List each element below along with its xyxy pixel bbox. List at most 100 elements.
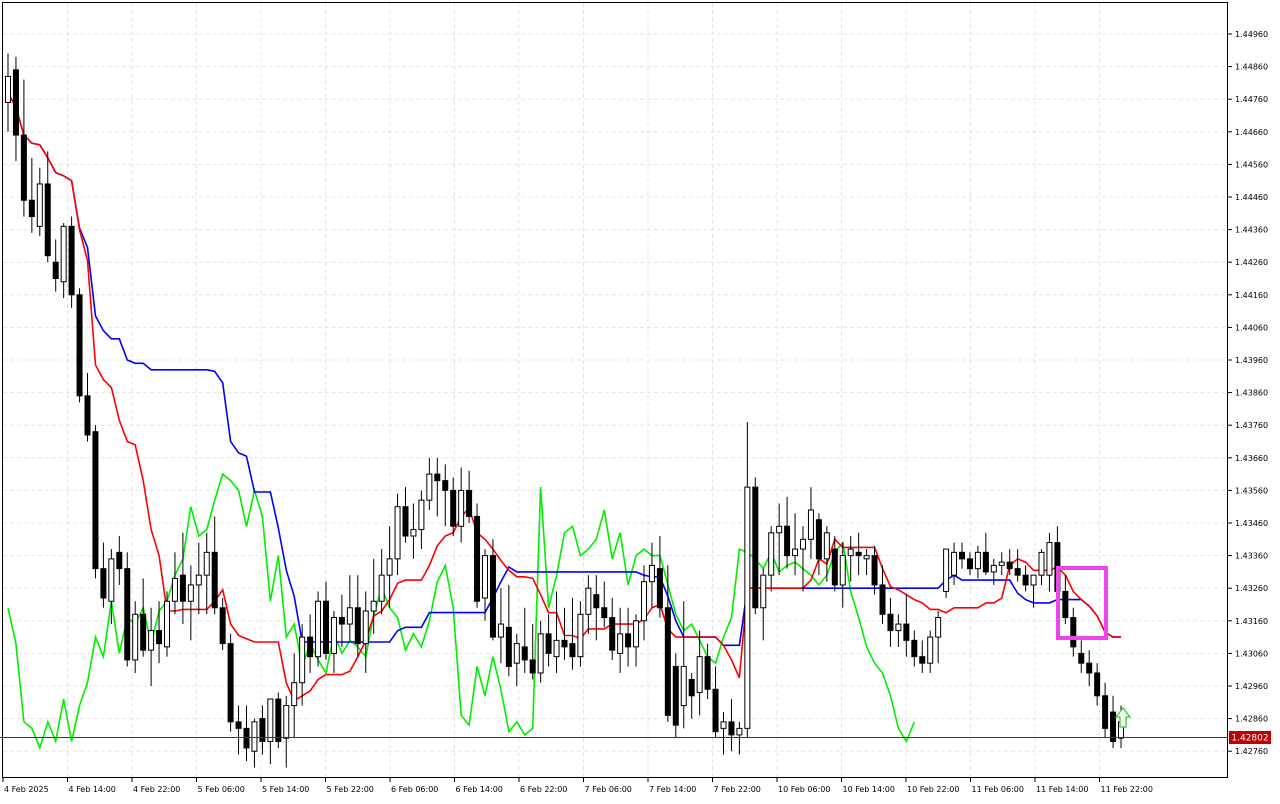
candle-bearish: [68, 225, 75, 296]
candle-bullish: [346, 607, 353, 625]
candle-bullish: [935, 617, 942, 638]
candle-bearish: [100, 568, 107, 599]
candle-bearish: [275, 698, 282, 742]
candle-bullish: [513, 643, 520, 664]
candle-bearish: [354, 607, 361, 645]
candle-bullish: [458, 489, 465, 527]
candle-bullish: [108, 558, 115, 602]
candle-bearish: [704, 656, 711, 690]
candle-bullish: [839, 555, 846, 586]
price-tick-label: 1.43860: [1235, 389, 1268, 398]
candle-bullish: [497, 623, 504, 638]
candle-bearish: [235, 721, 242, 729]
candle-bearish: [466, 489, 473, 517]
price-tick-label: 1.43760: [1235, 421, 1268, 430]
candle-bullish: [633, 620, 640, 648]
candle-bearish: [44, 183, 51, 257]
price-tick-label: 1.44060: [1235, 323, 1268, 332]
candle-bullish: [418, 499, 425, 531]
time-tick-label: 4 Feb 2025: [4, 785, 49, 794]
candle-bearish: [903, 623, 910, 641]
candle-bullish: [482, 555, 488, 599]
candle-bearish: [402, 506, 409, 537]
candle-bearish: [919, 656, 926, 664]
candle-bullish: [927, 636, 934, 664]
candle-bullish: [203, 551, 210, 576]
price-tick-label: 1.43660: [1235, 454, 1268, 463]
candle-bullish: [148, 630, 155, 651]
candle-bearish: [1006, 561, 1013, 570]
candle-bearish: [307, 636, 314, 658]
candle-bearish: [982, 551, 989, 573]
candle-bullish: [36, 183, 43, 227]
candles: [5, 53, 1124, 768]
candle-bullish: [680, 665, 687, 707]
candle-bullish: [943, 548, 950, 592]
candle-bearish: [211, 551, 218, 609]
candle-bullish: [410, 529, 417, 537]
candle-bullish: [744, 486, 751, 729]
price-tick-label: 1.44860: [1235, 63, 1268, 72]
candle-bullish: [60, 225, 67, 283]
candle-bullish: [895, 623, 902, 632]
candle-bullish: [792, 548, 799, 557]
current-price-tag: 1.42802: [1229, 731, 1271, 745]
candle-bullish: [315, 600, 322, 658]
candle-bearish: [442, 480, 449, 491]
candle-bullish: [974, 551, 981, 570]
time-tick-label: 11 Feb 14:00: [1036, 785, 1088, 794]
time-tick-label: 4 Feb 14:00: [69, 785, 116, 794]
candle-bearish: [871, 555, 878, 586]
candle-bullish: [283, 705, 290, 739]
candle-bearish: [124, 568, 131, 661]
price-tick-label: 1.42860: [1235, 715, 1268, 724]
candle-bearish: [521, 646, 528, 661]
candle-bullish: [537, 633, 544, 674]
time-tick-label: 7 Feb 06:00: [585, 785, 632, 794]
candle-bearish: [656, 568, 663, 609]
time-tick-label: 5 Feb 14:00: [262, 785, 309, 794]
candle-bearish: [688, 678, 695, 697]
candle-bullish: [5, 75, 11, 103]
candle-bullish: [132, 613, 139, 661]
time-tick-label: 10 Feb 06:00: [778, 785, 830, 794]
candle-bearish: [76, 294, 83, 397]
current-price-label: 1.42802: [1231, 734, 1268, 744]
price-tick-label: 1.44160: [1235, 291, 1268, 300]
candle-bearish: [815, 519, 822, 560]
candle-bullish: [641, 581, 647, 622]
candle-bullish: [291, 682, 298, 707]
candle-bearish: [450, 489, 457, 527]
candle-bearish: [434, 473, 441, 482]
candle-bearish: [12, 69, 19, 136]
time-tick-label: 10 Feb 14:00: [843, 785, 895, 794]
candle-bearish: [879, 584, 886, 615]
candle-bullish: [823, 532, 830, 560]
price-tick-label: 1.44760: [1235, 95, 1268, 104]
candle-bearish: [601, 607, 608, 619]
candle-bearish: [664, 607, 671, 716]
candle-bullish: [394, 506, 401, 560]
candle-bearish: [887, 613, 894, 632]
candle-bearish: [156, 630, 163, 645]
time-tick-label: 6 Feb 06:00: [391, 785, 438, 794]
candle-bearish: [474, 515, 481, 602]
candle-bullish: [648, 564, 655, 583]
candle-bearish: [28, 199, 35, 218]
candle-bearish: [92, 431, 99, 570]
price-tick-label: 1.43260: [1235, 584, 1268, 593]
candle-bearish: [323, 600, 329, 654]
time-tick-label: 10 Feb 22:00: [907, 785, 959, 794]
candle-bullish: [362, 610, 369, 645]
candle-bullish: [998, 561, 1005, 566]
time-tick-label: 6 Feb 14:00: [456, 785, 503, 794]
price-tick-label: 1.43160: [1235, 617, 1268, 626]
candle-bearish: [593, 594, 600, 609]
candle-bullish: [577, 613, 584, 658]
candle-bearish: [966, 558, 973, 570]
candle-bullish: [299, 636, 306, 684]
candle-bearish: [545, 633, 552, 654]
price-axis: 1.44960 1.44860 1.44760 1.44660 1.44560 1.444…: [1228, 30, 1268, 756]
price-tick-label: 1.43060: [1235, 649, 1268, 658]
candle-bearish: [20, 134, 27, 201]
